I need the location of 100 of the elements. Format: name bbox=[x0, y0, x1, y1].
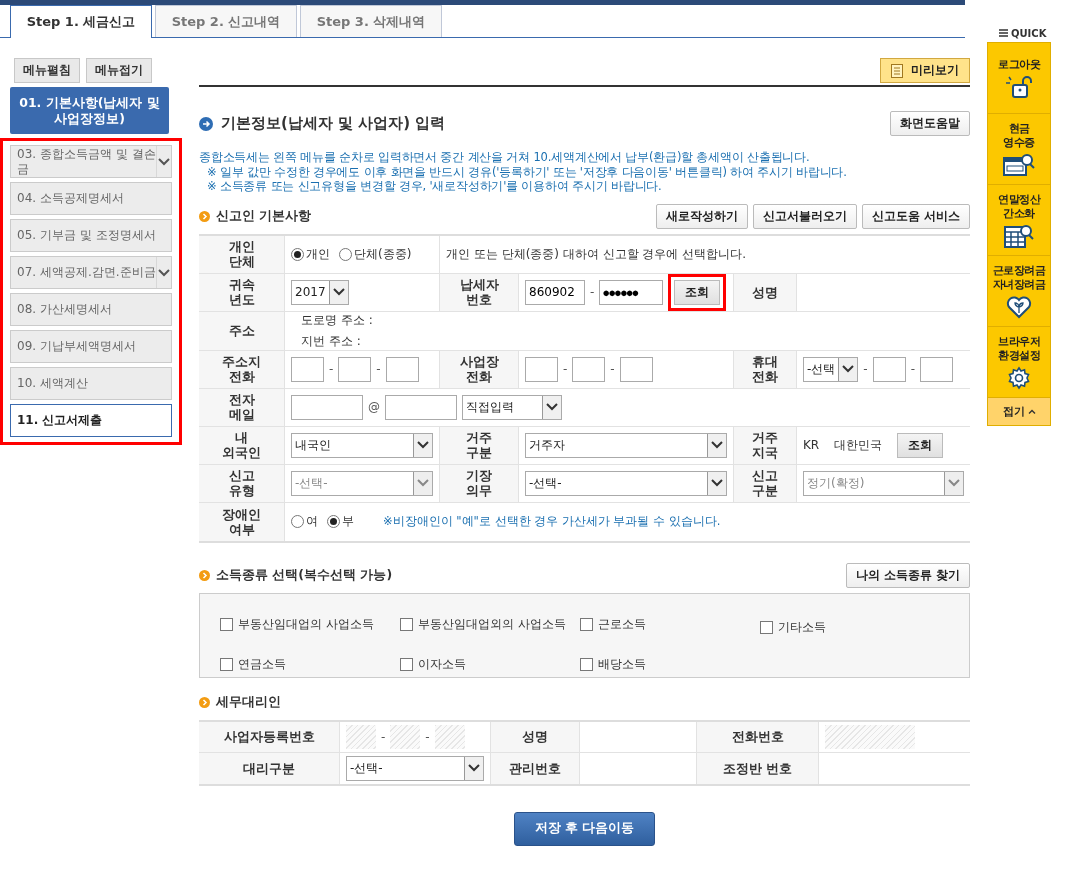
preview-button[interactable]: 미리보기 bbox=[880, 58, 970, 83]
radio-button[interactable] bbox=[291, 515, 304, 528]
quick-item[interactable]: 근로장려금 자녀장려금 bbox=[988, 256, 1050, 327]
checkbox[interactable] bbox=[400, 618, 413, 631]
checkbox[interactable] bbox=[400, 657, 413, 671]
field-label: 개인 단체 bbox=[199, 235, 285, 273]
separator: - bbox=[610, 362, 615, 376]
arrow-bullet-icon bbox=[199, 116, 213, 131]
menu-icon bbox=[999, 29, 1008, 37]
action-button[interactable]: 신고도움 서비스 bbox=[861, 203, 970, 229]
input-field[interactable] bbox=[525, 356, 558, 382]
password-field[interactable]: ●●●●●● bbox=[599, 279, 664, 305]
step-tab[interactable]: Step 3. 삭제내역 bbox=[300, 5, 442, 37]
checkbox[interactable] bbox=[220, 618, 233, 631]
quick-item[interactable]: 연말정산 간소화 bbox=[988, 185, 1050, 256]
disabled-field bbox=[390, 724, 421, 749]
checkbox-option[interactable]: 기타소득 bbox=[760, 614, 969, 640]
lookup-button[interactable]: 조회 bbox=[897, 432, 944, 458]
radio-option[interactable]: 개인 bbox=[291, 245, 330, 263]
input-field[interactable] bbox=[920, 356, 954, 382]
checkbox-option[interactable]: 이자소득 bbox=[400, 651, 580, 677]
checkbox-option[interactable]: 배당소득 bbox=[580, 651, 760, 677]
sidebar-item[interactable]: 01. 기본사항(납세자 및 사업장정보) bbox=[10, 87, 169, 134]
input-field[interactable] bbox=[291, 356, 324, 382]
sidebar-item[interactable]: 05. 기부금 및 조정명세서 bbox=[10, 219, 172, 252]
sidebar-item[interactable]: 04. 소득공제명세서 bbox=[10, 182, 172, 215]
dropdown[interactable]: 2017 bbox=[291, 279, 349, 305]
checkbox[interactable] bbox=[760, 620, 773, 634]
field-label: 성명 bbox=[491, 721, 580, 752]
checkbox[interactable] bbox=[220, 657, 233, 671]
field-label: 전자 메일 bbox=[199, 388, 285, 426]
sidebar-item[interactable]: 07. 세액공제.감면.준비금 bbox=[10, 256, 172, 289]
checkbox-option[interactable]: 부동산임대업외의 사업소득 bbox=[400, 609, 580, 640]
radio-option[interactable]: 여 bbox=[291, 513, 318, 530]
dropdown[interactable]: 내국인 bbox=[291, 432, 433, 458]
lock-icon bbox=[1004, 74, 1034, 99]
input-field[interactable] bbox=[338, 356, 372, 382]
radio-button[interactable] bbox=[327, 515, 340, 528]
action-button[interactable]: 신고서불러오기 bbox=[752, 203, 857, 229]
section-title: 세무대리인 bbox=[216, 693, 281, 711]
separator: - bbox=[910, 362, 916, 376]
field-label: 조정반 번호 bbox=[697, 752, 819, 784]
field-label: 기장 의무 bbox=[440, 464, 519, 502]
dropdown[interactable]: -선택- bbox=[346, 755, 484, 781]
separator: - bbox=[563, 362, 568, 376]
input-field[interactable] bbox=[385, 356, 419, 382]
checkbox-option[interactable]: 부동산임대업의 사업소득 bbox=[220, 609, 400, 640]
sidebar-item[interactable]: 03. 종합소득금액 및 결손금 bbox=[10, 145, 172, 178]
sidebar-item[interactable]: 11. 신고서제출 bbox=[10, 404, 172, 437]
step-tab[interactable]: Step 2. 신고내역 bbox=[155, 5, 297, 37]
sidebar-item[interactable]: 10. 세액계산 bbox=[10, 367, 172, 400]
separator: - bbox=[590, 285, 595, 299]
receipt-search-icon bbox=[1003, 152, 1035, 177]
lookup-button[interactable]: 조회 bbox=[674, 279, 721, 305]
input-field[interactable]: 860902 bbox=[525, 279, 585, 305]
step-tab[interactable]: Step 1. 세금신고 bbox=[10, 5, 152, 38]
input-field[interactable] bbox=[291, 394, 363, 420]
heart-sprout-icon bbox=[1006, 294, 1032, 319]
chevron-bullet-icon bbox=[199, 696, 210, 708]
find-income-button[interactable]: 나의 소득종류 찾기 bbox=[845, 562, 970, 588]
field-label: 휴대 전화 bbox=[734, 350, 797, 388]
section-title: 소득종류 선택(복수선택 가능) bbox=[216, 566, 393, 584]
input-field[interactable] bbox=[385, 394, 457, 420]
radio-button[interactable] bbox=[339, 247, 352, 261]
field-text: KR bbox=[803, 438, 820, 452]
sidebar-item[interactable]: 08. 가산세명세서 bbox=[10, 293, 172, 326]
dropdown[interactable]: 거주자 bbox=[525, 432, 727, 458]
action-button[interactable]: 새로작성하기 bbox=[655, 203, 748, 229]
quick-item[interactable]: 로그아웃 bbox=[988, 43, 1050, 114]
address-label: 도로명 주소 : bbox=[301, 311, 373, 329]
sidebar-item[interactable]: 09. 기납부세액명세서 bbox=[10, 330, 172, 363]
checkbox[interactable] bbox=[580, 657, 593, 671]
input-field[interactable] bbox=[872, 356, 906, 382]
quick-label: 근로장려금 자녀장려금 bbox=[992, 263, 1046, 292]
dropdown[interactable]: -선택 bbox=[803, 356, 859, 382]
input-field[interactable] bbox=[619, 356, 653, 382]
checkbox-option[interactable]: 근로소득 bbox=[580, 609, 760, 640]
menu-toggle-button[interactable]: 메뉴접기 bbox=[86, 58, 152, 83]
radio-button[interactable] bbox=[291, 247, 304, 261]
quick-item[interactable]: 현금 영수증 bbox=[988, 114, 1050, 185]
separator: - bbox=[425, 729, 430, 744]
input-field[interactable] bbox=[572, 356, 606, 382]
quick-label: 로그아웃 bbox=[998, 57, 1040, 72]
save-next-button[interactable]: 저장 후 다음이동 bbox=[513, 811, 656, 846]
separator: @ bbox=[368, 400, 380, 414]
caret-icon bbox=[838, 357, 858, 381]
caret-icon bbox=[542, 395, 561, 419]
radio-option[interactable]: 단체(종중) bbox=[339, 245, 412, 263]
address-label: 지번 주소 : bbox=[301, 332, 362, 350]
field-label: 주소 bbox=[199, 311, 285, 350]
field-label: 대리구분 bbox=[199, 752, 340, 784]
collapse-button[interactable]: 접기 bbox=[988, 398, 1050, 425]
quick-label: 현금 영수증 bbox=[1003, 121, 1035, 150]
dropdown[interactable]: -선택- bbox=[525, 470, 727, 496]
checkbox-option[interactable]: 연금소득 bbox=[220, 651, 400, 677]
dropdown[interactable]: 직접입력 bbox=[462, 394, 562, 420]
menu-toggle-button[interactable]: 메뉴펼침 bbox=[14, 58, 80, 83]
radio-option[interactable]: 부 bbox=[327, 513, 354, 530]
checkbox[interactable] bbox=[580, 618, 593, 631]
help-button[interactable]: 화면도움말 bbox=[890, 111, 970, 136]
